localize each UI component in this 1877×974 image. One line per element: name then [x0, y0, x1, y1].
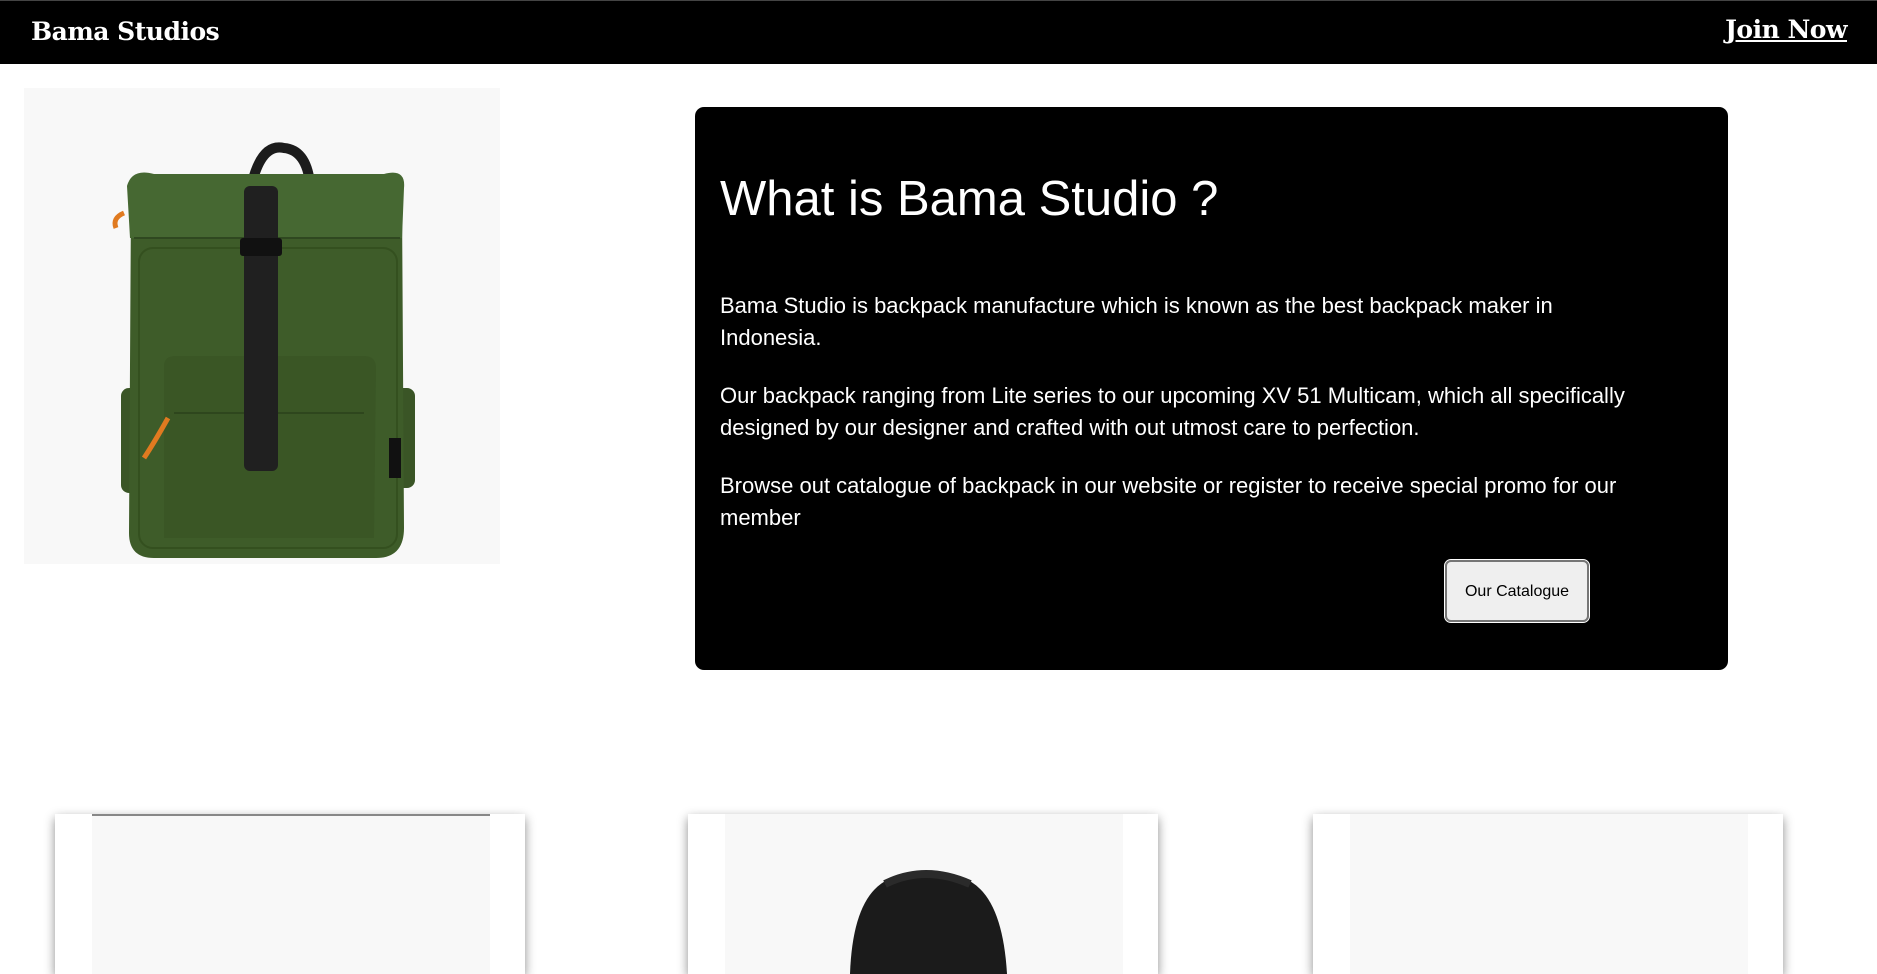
brand-logo-text[interactable]: Bama Studios: [31, 17, 220, 46]
product-card[interactable]: [55, 814, 525, 974]
join-now-link[interactable]: Join Now: [1725, 15, 1847, 44]
product-card[interactable]: [1313, 814, 1783, 974]
about-paragraph-1: Bama Studio is backpack manufacture whic…: [720, 293, 1553, 350]
hero-backpack-image: [24, 88, 500, 564]
product-image: [725, 814, 1123, 974]
about-paragraph-2: Our backpack ranging from Lite series to…: [720, 383, 1625, 440]
about-card: What is Bama Studio ? Bama Studio is bac…: [695, 107, 1728, 670]
backpack-illustration: [24, 88, 500, 564]
top-navbar: Bama Studios Join Now: [0, 0, 1877, 64]
our-catalogue-button[interactable]: Our Catalogue: [1444, 559, 1590, 623]
black-backpack-illustration: [725, 814, 1123, 974]
about-title: What is Bama Studio ?: [720, 172, 1219, 226]
product-card[interactable]: [688, 814, 1158, 974]
product-image: [1350, 814, 1748, 974]
product-image: [92, 814, 490, 974]
about-paragraph-3: Browse out catalogue of backpack in our …: [720, 473, 1617, 530]
